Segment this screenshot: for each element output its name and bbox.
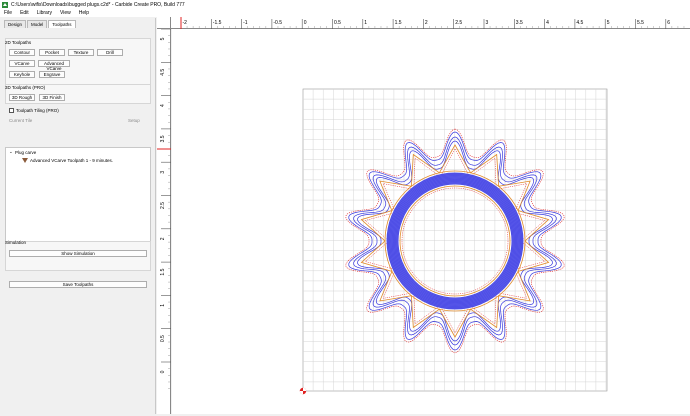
- ruler-top-label: 0.5: [334, 20, 341, 26]
- toolpaths-3d-title: 3D Toolpaths (PRO): [5, 85, 46, 90]
- ruler-left-label: 4.5: [160, 69, 166, 76]
- canvas-drawing: [299, 88, 608, 395]
- keyhole-button[interactable]: Keyhole: [9, 71, 35, 78]
- stock-material: [302, 88, 608, 392]
- ruler-top-label: -1.5: [213, 20, 222, 26]
- tab-bar: Design Model Toolpaths: [4, 20, 77, 28]
- title-bar: C:\Users\wifis\Downloads\bugged plugs.c2…: [0, 0, 690, 9]
- ruler-left-label: 3: [160, 171, 166, 174]
- 3d-rough-button[interactable]: 3D Rough: [9, 94, 35, 101]
- ruler-left-label: 1: [160, 304, 166, 307]
- ruler-top-label: -2: [183, 20, 188, 26]
- ruler-left-label: 2.5: [160, 202, 166, 209]
- ruler-top-label: 1: [364, 20, 367, 26]
- drill-button[interactable]: Drill: [97, 49, 123, 56]
- ruler-top-label: -1: [243, 20, 248, 26]
- window-title: C:\Users\wifis\Downloads\bugged plugs.c2…: [11, 1, 185, 8]
- ruler-top-label: 2.5: [455, 20, 462, 26]
- ruler-top-label: 3: [486, 20, 489, 26]
- ruler-top-label: 4.5: [576, 20, 583, 26]
- sidebar: Design Model Toolpaths 2D Toolpaths Cont…: [0, 18, 156, 414]
- ruler-top-label: 5: [607, 20, 610, 26]
- toolpath-tiling-label: Toolpath Tiling (PRO): [16, 108, 59, 113]
- menu-library[interactable]: Library: [37, 10, 52, 16]
- advanced-vcarve-button[interactable]: Advanced VCarve: [38, 60, 70, 71]
- ruler-left-label: 0: [160, 370, 166, 373]
- ruler-left-ticks: 5 4.5 4 3.5 3 2.5 2 1.5 1 0.5 0: [157, 28, 171, 389]
- menu-help[interactable]: Help: [79, 10, 89, 16]
- show-simulation-button[interactable]: Show Simulation: [9, 250, 147, 257]
- ruler-left: 5 4.5 4 3.5 3 2.5 2 1.5 1 0.5 0: [157, 28, 171, 414]
- save-toolpaths-button[interactable]: Save Toolpaths: [9, 281, 147, 288]
- ruler-top-label: 6: [667, 20, 670, 26]
- ruler-left-label: 1.5: [160, 268, 166, 275]
- design-canvas[interactable]: [172, 29, 690, 414]
- engrave-button[interactable]: Engrave: [39, 71, 65, 78]
- menu-file[interactable]: File: [4, 10, 12, 16]
- ruler-left-label: 3.5: [160, 135, 166, 142]
- menu-view[interactable]: View: [60, 10, 71, 16]
- origin-marker-icon: [299, 387, 307, 395]
- menu-bar: File Edit Library View Help: [0, 9, 690, 17]
- tree-group-plug-carve[interactable]: Plug carve: [15, 150, 36, 155]
- app-logo-icon: [2, 1, 8, 8]
- ruler-top-ticks: -2 -1.5 -1 -0.5 0 0.5 1 1.5 2 2.5 3 3.5 4 4.5 5 5.5 6: [180, 17, 685, 29]
- ruler-left-label: 4: [160, 104, 166, 107]
- ruler-top-label: 5.5: [637, 20, 644, 26]
- toolpaths-2d-title: 2D Toolpaths: [5, 40, 32, 45]
- tab-model[interactable]: Model: [27, 20, 48, 28]
- ruler-corner: [157, 17, 171, 29]
- ruler-left-label: 5: [160, 37, 166, 40]
- pocket-button[interactable]: Pocket: [39, 49, 65, 56]
- current-tile-label: Current Tile: [9, 118, 33, 123]
- ruler-top-label: 2: [425, 20, 428, 26]
- ruler-top-label: 3.5: [516, 20, 523, 26]
- toolpath-tiling-checkbox[interactable]: [9, 108, 14, 113]
- ruler-left-label: 2: [160, 237, 166, 240]
- ruler-top-label: -0.5: [273, 20, 282, 26]
- ruler-top-label: 4: [546, 20, 549, 26]
- ruler-top-label: 0: [304, 20, 307, 26]
- simulation-title: Simulation: [5, 240, 27, 245]
- 3d-finish-button[interactable]: 3D Finish: [39, 94, 65, 101]
- tab-design[interactable]: Design: [4, 20, 27, 28]
- ruler-top: -2 -1.5 -1 -0.5 0 0.5 1 1.5 2 2.5 3 3.5 4 4.5 5 5.5 6: [171, 17, 690, 29]
- ruler-top-label: 1.5: [395, 20, 402, 26]
- tree-item-toolpath[interactable]: Advanced VCarve Toolpath 1 - 9 minutes.: [30, 158, 113, 163]
- setup-button[interactable]: Setup: [128, 118, 140, 123]
- vcarve-button[interactable]: VCarve: [9, 60, 35, 67]
- expand-chevron-icon[interactable]: ⌄: [9, 149, 13, 155]
- texture-button[interactable]: Texture: [68, 49, 94, 56]
- tab-toolpaths[interactable]: Toolpaths: [48, 20, 76, 28]
- contour-button[interactable]: Contour: [9, 49, 35, 56]
- ruler-left-label: 0.5: [160, 335, 166, 342]
- menu-edit[interactable]: Edit: [20, 10, 29, 16]
- vcarve-toolpath-icon: [22, 158, 28, 163]
